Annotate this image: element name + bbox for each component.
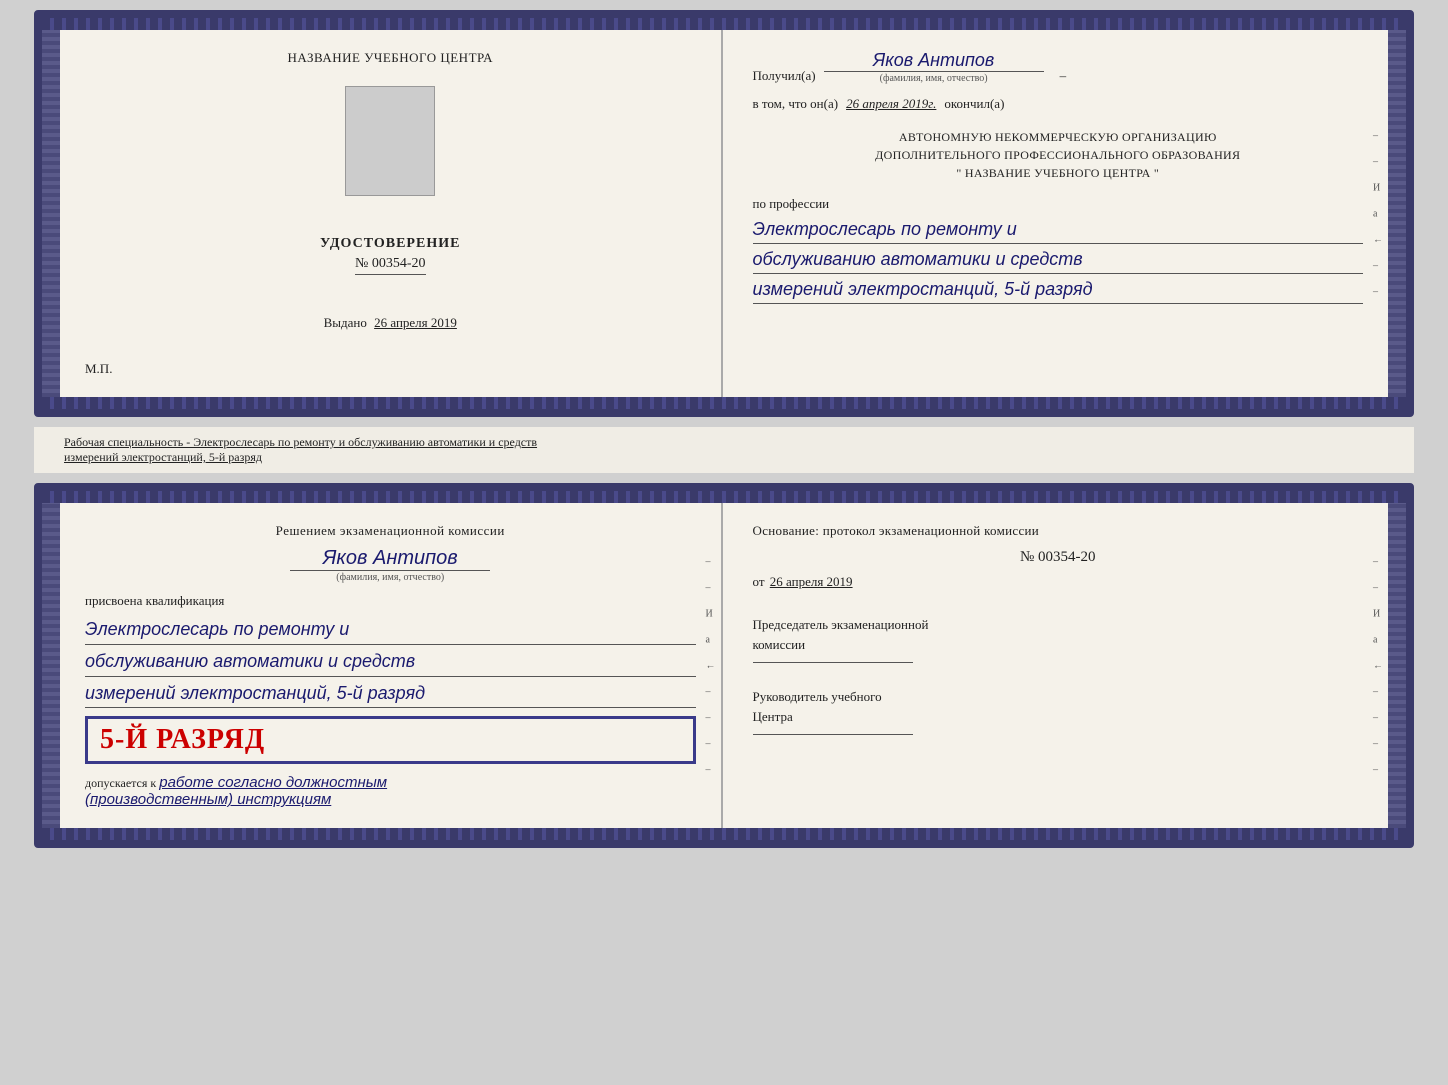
page-left-2: Решением экзаменационной комиссии Яков А…: [60, 503, 723, 828]
left-spine-2: [42, 503, 60, 828]
udostoverenie-number: № 00354-20: [355, 256, 426, 275]
fio-underline-2: (фамилия, имя, отчество): [290, 570, 490, 583]
prisvoena-label: присвоена квалификация: [85, 593, 696, 609]
photo-placeholder: [345, 86, 435, 196]
top-strip-2: [42, 491, 1406, 503]
vydano-label: Выдано: [324, 315, 367, 330]
komissia-fio: Яков Антипов: [85, 547, 696, 570]
okonchil-label: окончил(а): [944, 96, 1004, 112]
protocol-date: от 26 апреля 2019: [753, 574, 1364, 590]
resheniem-title: Решением экзаменационной комиссии: [85, 523, 696, 539]
razryad-box: 5-й разряд: [85, 716, 696, 764]
bottom-strip-2: [42, 828, 1406, 840]
page-right-1: Получил(а) Яков Антипов (фамилия, имя, о…: [723, 30, 1389, 397]
po-professii: по профессии: [753, 196, 1364, 212]
side-marks-3: – – И а ← – – – –: [1373, 556, 1383, 775]
ot-label: от: [753, 574, 765, 589]
udostoverenie-block: УДОСТОВЕРЕНИЕ № 00354-20: [320, 236, 460, 275]
kval-line2: обслуживанию автоматики и средств: [85, 647, 696, 677]
kval-line3: измерений электростанций, 5-й разряд: [85, 679, 696, 709]
side-marks-2: – – И а ← – – – –: [706, 556, 716, 775]
page-left-1: НАЗВАНИЕ УЧЕБНОГО ЦЕНТРА УДОСТОВЕРЕНИЕ №…: [60, 30, 723, 397]
dash-1: –: [1060, 68, 1067, 84]
dopuskaetsya-block: допускается к работе согласно должностны…: [85, 774, 696, 808]
profession-line1: Электрослесарь по ремонту и: [753, 216, 1364, 244]
poluchil-label: Получил(а): [753, 68, 816, 84]
predsedatel-block: Председатель экзаменационной комиссии: [753, 615, 1364, 667]
org-line3: " НАЗВАНИЕ УЧЕБНОГО ЦЕНТРА ": [753, 164, 1364, 182]
org-line2: ДОПОЛНИТЕЛЬНОГО ПРОФЕССИОНАЛЬНОГО ОБРАЗО…: [753, 146, 1364, 164]
osnovanie-title: Основание: протокол экзаменационной коми…: [753, 523, 1364, 539]
page-right-2: Основание: протокол экзаменационной коми…: [723, 503, 1389, 828]
profession-line3: измерений электростанций, 5-й разряд: [753, 276, 1364, 304]
poluchil-fio: Яков Антипов: [873, 50, 994, 71]
protocol-num: № 00354-20: [753, 549, 1364, 566]
right-spine-2: [1388, 503, 1406, 828]
document-1: НАЗВАНИЕ УЧЕБНОГО ЦЕНТРА УДОСТОВЕРЕНИЕ №…: [34, 10, 1414, 417]
fio-subtitle-1: (фамилия, имя, отчество): [824, 71, 1044, 84]
side-marks: – – И а ← – –: [1373, 130, 1383, 297]
predsedatel-label: Председатель экзаменационной: [753, 615, 1364, 635]
document-2: Решением экзаменационной комиссии Яков А…: [34, 483, 1414, 848]
profession-line2: обслуживанию автоматики и средств: [753, 246, 1364, 274]
kval-line1: Электрослесарь по ремонту и: [85, 615, 696, 645]
rukovoditel-block: Руководитель учебного Центра: [753, 687, 1364, 739]
info-text-1: Рабочая специальность - Электрослесарь п…: [64, 435, 1384, 450]
dopuskaetsya-val: работе согласно должностным: [159, 774, 387, 791]
dopuskaetsya-label: допускается к: [85, 776, 156, 790]
vtom-date: 26 апреля 2019г.: [846, 96, 936, 112]
top-strip: [42, 18, 1406, 30]
center-title: НАЗВАНИЕ УЧЕБНОГО ЦЕНТРА: [288, 50, 493, 66]
dopuskaetsya-val2: (производственным) инструкциям: [85, 791, 331, 808]
org-block: АВТОНОМНУЮ НЕКОММЕРЧЕСКУЮ ОРГАНИЗАЦИЮ ДО…: [753, 128, 1364, 182]
info-text-2: измерений электростанций, 5-й разряд: [64, 450, 1384, 465]
left-spine: [42, 30, 60, 397]
komissia-label: комиссии: [753, 635, 1364, 655]
vydano-line: Выдано 26 апреля 2019: [324, 315, 457, 331]
predsedatel-sig-line: [753, 662, 913, 663]
vtom-label: в том, что он(а): [753, 96, 839, 112]
centra-label: Центра: [753, 707, 1364, 727]
rukov-sig-line: [753, 734, 913, 735]
udostoverenie-title: УДОСТОВЕРЕНИЕ: [320, 236, 460, 252]
vydano-date: 26 апреля 2019: [374, 315, 457, 330]
org-line1: АВТОНОМНУЮ НЕКОММЕРЧЕСКУЮ ОРГАНИЗАЦИЮ: [753, 128, 1364, 146]
mp-line: М.П.: [85, 361, 112, 377]
bottom-strip: [42, 397, 1406, 409]
right-spine: [1388, 30, 1406, 397]
ot-date: 26 апреля 2019: [770, 574, 853, 589]
info-bar: Рабочая специальность - Электрослесарь п…: [34, 427, 1414, 473]
rukovoditel-label: Руководитель учебного: [753, 687, 1364, 707]
